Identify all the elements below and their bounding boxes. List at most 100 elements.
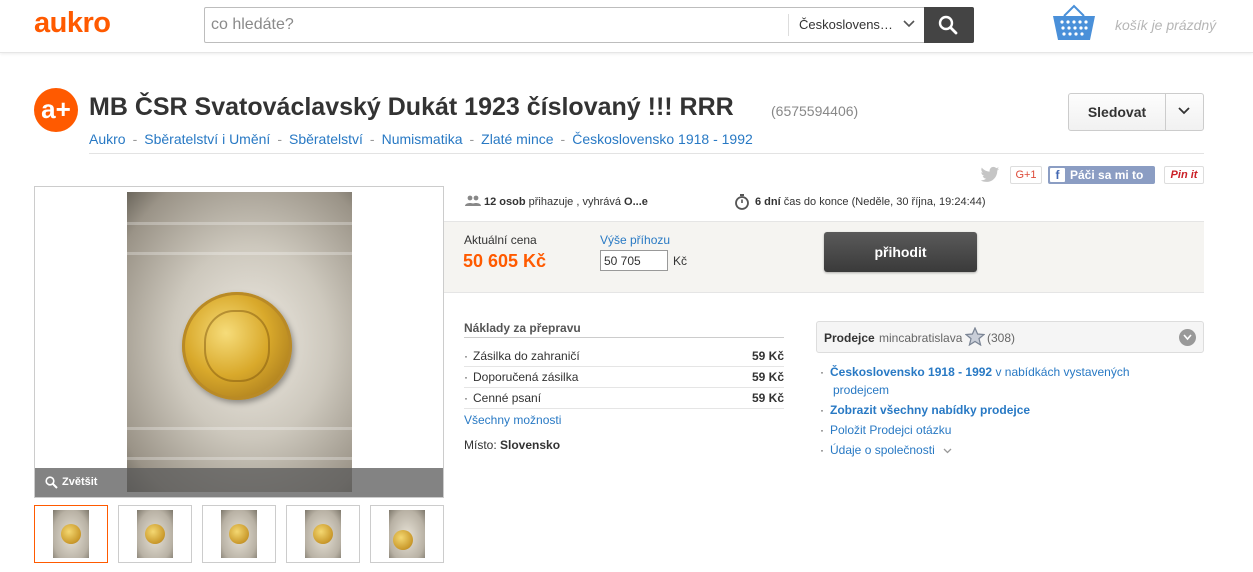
shipping-option-price: 59 Kč [751, 391, 784, 405]
shipping-option-price: 59 Kč [751, 349, 784, 363]
cart-status[interactable]: košík je prázdný [1115, 17, 1216, 33]
breadcrumb-numismatika[interactable]: Numismatika [382, 131, 463, 147]
bid-amount-input[interactable] [600, 250, 668, 271]
twitter-icon[interactable] [980, 166, 1000, 184]
seller-name[interactable]: mincabratislava [879, 331, 962, 345]
thumbnail[interactable] [118, 505, 192, 563]
item-id: (6575594406) [771, 103, 859, 119]
all-seller-offers-label: Zobrazit všechny nabídky prodejce [830, 403, 1031, 417]
thumbnail-image [305, 510, 341, 558]
chevron-down-icon [903, 20, 915, 28]
breadcrumb-sberatelstvi-umeni[interactable]: Sběratelství i Umění [144, 131, 270, 147]
bid-amount-label[interactable]: Výše příhozu [600, 233, 670, 247]
thumbnail[interactable] [202, 505, 276, 563]
current-price: 50 605 Kč [463, 251, 547, 271]
breadcrumb-zlate-mince[interactable]: Zlaté mince [481, 131, 553, 147]
chevron-down-icon[interactable] [1177, 106, 1191, 116]
shipping-option-price: 59 Kč [751, 370, 784, 384]
follow-button[interactable]: Sledovat [1068, 93, 1204, 131]
stopwatch-icon [735, 194, 749, 210]
page-title: MB ČSR Svatováclavský Dukát 1923 číslova… [89, 93, 734, 121]
main-image[interactable]: Zvětšit [34, 186, 444, 498]
shipping-option: · Zásilka do zahraničí 59 Kč [464, 347, 784, 367]
bullet: · [464, 391, 468, 405]
seller-label: Prodejce [824, 331, 875, 345]
thumbnail[interactable] [370, 505, 444, 563]
breadcrumb-separator: - [277, 131, 282, 147]
aukro-logo[interactable]: aukro [34, 7, 111, 40]
people-icon [465, 195, 481, 206]
coin-image [61, 524, 81, 544]
all-shipping-options-link[interactable]: Všechny možnosti [464, 413, 561, 427]
seller-category-link-cont[interactable]: prodejcem [833, 383, 889, 397]
facebook-like-button[interactable]: f Páči sa mi to [1048, 166, 1155, 184]
coin-image [182, 292, 292, 400]
company-info-link[interactable]: · Údaje o společnosti [820, 443, 952, 457]
follow-label: Sledovat [1087, 104, 1147, 120]
magnifier-icon [45, 476, 58, 489]
pinterest-button[interactable]: Pin it [1164, 166, 1204, 184]
bullet: · [464, 370, 468, 384]
place-bid-button[interactable]: přihodit [824, 232, 977, 272]
photo-texture [127, 222, 352, 225]
photo-texture [127, 427, 352, 430]
google-plus-button[interactable]: G+1 [1010, 166, 1042, 184]
breadcrumb: Aukro - Sběratelství i Umění - Sběratelství -… [89, 131, 753, 147]
star-icon [965, 327, 985, 346]
coin-photo[interactable] [127, 192, 352, 492]
seller-panel[interactable]: Prodejce mincabratislava (308) [816, 321, 1204, 353]
breadcrumb-separator: - [369, 131, 375, 147]
shipping-option: · Doporučená zásilka 59 Kč [464, 368, 784, 388]
coin-relief [204, 310, 270, 382]
thumbnail[interactable] [286, 505, 360, 563]
facebook-like-label: Páči sa mi to [1070, 168, 1144, 182]
leading-bidder: O...e [624, 196, 648, 208]
breadcrumb-sberatelstvi[interactable]: Sběratelství [289, 131, 363, 147]
breadcrumb-separator: - [560, 131, 566, 147]
all-seller-offers-link[interactable]: · Zobrazit všechny nabídky prodejce [820, 403, 1030, 417]
divider [89, 153, 1204, 154]
item-location: Místo: Slovensko [464, 438, 560, 452]
coin-image [393, 530, 413, 550]
divider [1165, 94, 1166, 130]
seller-category-link[interactable]: · Československo 1918 - 1992 v nabídkách … [820, 365, 1130, 379]
basket-icon[interactable] [1050, 4, 1098, 44]
chevron-down-icon [1183, 334, 1192, 341]
location-label: Místo: [464, 438, 497, 452]
chevron-down-icon [943, 448, 952, 454]
search-category-label: Českoslovens… [799, 17, 893, 32]
shipping-option-name: Cenné psaní [473, 391, 542, 405]
coin-image [145, 524, 165, 544]
ask-seller-label: Položit Prodejci otázku [830, 423, 952, 437]
thumbnail-image [389, 510, 425, 558]
photo-texture [127, 457, 352, 460]
search-box: Českoslovens… [204, 7, 974, 43]
thumbnail-image [53, 510, 89, 558]
seller-rating: (308) [987, 331, 1016, 345]
expand-toggle[interactable] [1179, 329, 1196, 346]
thumbnail-image [137, 510, 173, 558]
seller-category-text: v nabídkách vystavených [992, 365, 1130, 379]
thumbnail-image [221, 510, 257, 558]
breadcrumb-ceskoslovensko[interactable]: Československo 1918 - 1992 [572, 131, 753, 147]
seller-category-text-cont: prodejcem [833, 383, 890, 397]
zoom-label: Zvětšit [62, 476, 98, 488]
bid-currency: Kč [673, 254, 688, 268]
photo-texture [127, 252, 352, 255]
bullet: · [820, 403, 824, 417]
facebook-icon: f [1050, 168, 1065, 182]
search-button[interactable] [924, 7, 974, 43]
thumbnail[interactable] [34, 505, 108, 563]
search-input[interactable] [205, 8, 785, 42]
shipping-option-name: Doporučená zásilka [473, 370, 579, 384]
search-category-select[interactable]: Českoslovens… [788, 14, 923, 36]
zoom-button[interactable]: Zvětšit [35, 468, 443, 497]
breadcrumb-aukro[interactable]: Aukro [89, 131, 126, 147]
aukro-plus-label: a+ [41, 94, 71, 124]
shipping-option-name: Zásilka do zahraničí [473, 349, 580, 363]
shipping-option: · Cenné psaní 59 Kč [464, 389, 784, 409]
company-info-label: Údaje o společnosti [830, 443, 935, 457]
breadcrumb-separator: - [469, 131, 475, 147]
ask-seller-link[interactable]: · Položit Prodejci otázku [820, 423, 951, 437]
bidders-text: přihazuje , vyhrává [528, 196, 621, 208]
